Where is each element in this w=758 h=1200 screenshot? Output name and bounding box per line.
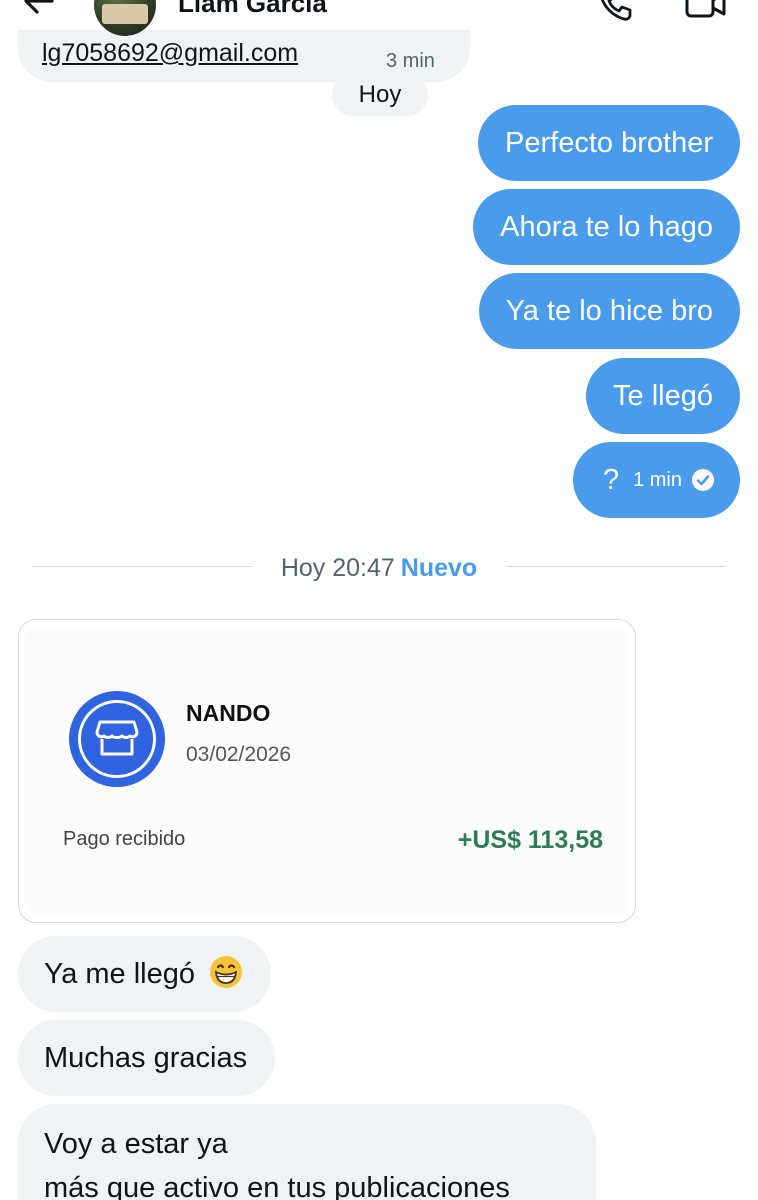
video-call-icon[interactable]: [684, 0, 728, 24]
payment-label: Pago recibido: [63, 828, 186, 850]
email-link[interactable]: lg7058692@gmail.com: [42, 39, 298, 68]
sent-message[interactable]: ? 1 min: [572, 442, 740, 518]
sent-message[interactable]: Ya te lo hice bro: [478, 273, 740, 349]
phone-icon[interactable]: [596, 0, 634, 24]
payment-date: 03/02/2026: [186, 743, 292, 766]
grinning-face-icon: [210, 956, 243, 989]
new-label: Nuevo: [400, 554, 478, 582]
received-message-line: Voy a estar ya: [44, 1128, 228, 1160]
sent-message[interactable]: Perfecto brother: [478, 105, 740, 181]
payee-name: NANDO: [186, 700, 271, 726]
payment-amount: +US$ 113,58: [457, 826, 603, 854]
contact-name[interactable]: Liam García: [178, 0, 327, 19]
day-separator: Hoy: [332, 74, 428, 116]
back-arrow-icon[interactable]: [22, 0, 56, 18]
message-timestamp: 1 min: [633, 469, 682, 491]
received-message[interactable]: Ya me llegó: [18, 936, 272, 1012]
store-icon: [95, 720, 139, 756]
received-message-line: más que activo en tus publicaciones: [44, 1172, 510, 1200]
message-timestamp: 3 min: [386, 50, 435, 72]
received-message[interactable]: Muchas gracias: [18, 1020, 276, 1096]
received-message-text: Ya me llegó: [44, 958, 195, 990]
payment-receipt-image[interactable]: NANDO 03/02/2026 Pago recibido +US$ 113,…: [18, 619, 636, 923]
chat-header: Liam García: [0, 0, 758, 36]
divider-time: Hoy 20:47: [280, 554, 395, 582]
sent-message-text: ?: [602, 464, 620, 496]
read-check-icon: [692, 469, 714, 491]
divider-label: Hoy 20:47 Nuevo: [0, 554, 758, 583]
store-badge: [69, 691, 165, 787]
received-message[interactable]: Voy a estar ya más que activo en tus pub…: [18, 1104, 596, 1200]
sent-message[interactable]: Ahora te lo hago: [473, 189, 740, 265]
sent-message[interactable]: Te llegó: [586, 358, 740, 434]
